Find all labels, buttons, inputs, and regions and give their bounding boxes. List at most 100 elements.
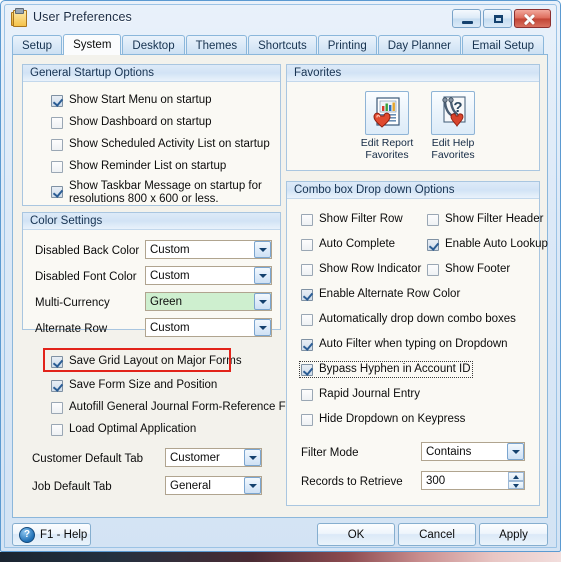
window-title: User Preferences bbox=[33, 10, 132, 24]
user-preferences-window: User Preferences Setup System Desktop Th… bbox=[0, 0, 561, 552]
maximize-button[interactable] bbox=[483, 9, 512, 28]
color-settings-group: Color Settings Disabled Back Color Custo… bbox=[22, 212, 281, 337]
checkbox-indicator[interactable] bbox=[301, 314, 313, 326]
checkbox-label: Autofill General Journal Form-Reference … bbox=[69, 401, 304, 413]
combo-dropdown-options-group: Combo box Drop down Options Show Filter … bbox=[286, 181, 548, 506]
checkbox-indicator[interactable] bbox=[301, 239, 313, 251]
label-alternate-row: Alternate Row bbox=[35, 323, 108, 335]
checkbox-save-form-size-position[interactable]: Save Form Size and Position bbox=[51, 379, 217, 392]
report-favorites-icon bbox=[373, 97, 400, 128]
checkbox-show-scheduled-activity-list[interactable]: Show Scheduled Activity List on startup bbox=[51, 138, 270, 151]
checkbox-indicator[interactable] bbox=[427, 264, 439, 276]
ok-button[interactable]: OK bbox=[317, 523, 395, 546]
tab-shortcuts[interactable]: Shortcuts bbox=[248, 35, 317, 55]
tab-themes[interactable]: Themes bbox=[185, 35, 248, 55]
color-settings-title: Color Settings bbox=[23, 213, 280, 230]
combo-filter-mode[interactable]: Contains bbox=[421, 442, 525, 461]
tab-desktop[interactable]: Desktop bbox=[122, 35, 185, 55]
label-multi-currency: Multi-Currency bbox=[35, 297, 110, 309]
edit-report-favorites-button[interactable] bbox=[365, 91, 409, 135]
checkbox-auto-complete[interactable]: Auto Complete bbox=[301, 238, 395, 251]
checkbox-load-optimal-application[interactable]: Load Optimal Application bbox=[51, 423, 196, 436]
chevron-down-icon[interactable] bbox=[254, 267, 271, 284]
checkbox-label: Show Taskbar Message on startup for reso… bbox=[69, 180, 262, 205]
chevron-down-icon[interactable] bbox=[254, 241, 271, 258]
checkbox-indicator[interactable] bbox=[51, 161, 63, 173]
checkbox-show-footer[interactable]: Show Footer bbox=[427, 263, 510, 276]
checkbox-indicator[interactable] bbox=[301, 364, 313, 376]
checkbox-indicator[interactable] bbox=[301, 339, 313, 351]
checkbox-indicator[interactable] bbox=[301, 389, 313, 401]
combo-value: Custom bbox=[150, 243, 190, 256]
checkbox-auto-filter-when-typing[interactable]: Auto Filter when typing on Dropdown bbox=[301, 338, 508, 351]
label-records-to-retrieve: Records to Retrieve bbox=[301, 476, 403, 488]
combo-alternate-row[interactable]: Custom bbox=[145, 318, 272, 337]
combo-value: Customer bbox=[170, 451, 220, 464]
edit-help-favorites-button[interactable]: ? bbox=[431, 91, 475, 135]
f1-help-button[interactable]: ? F1 - Help bbox=[12, 523, 91, 546]
checkbox-hide-dropdown-on-keypress[interactable]: Hide Dropdown on Keypress bbox=[301, 413, 465, 426]
cancel-button[interactable]: Cancel bbox=[398, 523, 476, 546]
checkbox-label: Auto Filter when typing on Dropdown bbox=[319, 338, 508, 350]
combo-customer-default-tab[interactable]: Customer bbox=[165, 448, 262, 467]
checkbox-save-grid-layout[interactable]: Save Grid Layout on Major Forms bbox=[51, 355, 242, 368]
combo-value: Green bbox=[150, 295, 182, 308]
chevron-down-icon[interactable] bbox=[244, 477, 261, 494]
checkbox-indicator[interactable] bbox=[51, 139, 63, 151]
spinner-down-icon[interactable] bbox=[508, 480, 524, 489]
chevron-down-icon[interactable] bbox=[254, 293, 271, 310]
checkbox-indicator[interactable] bbox=[51, 402, 63, 414]
checkbox-automatically-drop-down-combo-boxes[interactable]: Automatically drop down combo boxes bbox=[301, 313, 516, 326]
checkbox-show-taskbar-message[interactable]: Show Taskbar Message on startup for reso… bbox=[51, 180, 274, 206]
combo-job-default-tab[interactable]: General bbox=[165, 476, 262, 495]
checkbox-show-row-indicator[interactable]: Show Row Indicator bbox=[301, 263, 421, 276]
checkbox-show-filter-header[interactable]: Show Filter Header bbox=[427, 213, 543, 226]
checkbox-show-filter-row[interactable]: Show Filter Row bbox=[301, 213, 403, 226]
apply-button[interactable]: Apply bbox=[479, 523, 548, 546]
checkbox-indicator[interactable] bbox=[51, 356, 63, 368]
combo-value: Contains bbox=[426, 445, 472, 458]
close-button[interactable] bbox=[514, 9, 551, 28]
caption-line-1: Edit Help bbox=[431, 137, 475, 149]
tab-setup[interactable]: Setup bbox=[12, 35, 63, 55]
chevron-down-icon[interactable] bbox=[254, 319, 271, 336]
checkbox-indicator[interactable] bbox=[301, 414, 313, 426]
checkbox-indicator[interactable] bbox=[51, 424, 63, 436]
checkbox-indicator[interactable] bbox=[301, 289, 313, 301]
chevron-down-icon[interactable] bbox=[507, 443, 524, 460]
checkbox-autofill-general-journal[interactable]: Autofill General Journal Form-Reference … bbox=[51, 401, 304, 414]
checkbox-enable-alternate-row-color[interactable]: Enable Alternate Row Color bbox=[301, 288, 460, 301]
checkbox-indicator[interactable] bbox=[427, 214, 439, 226]
spinner-records-to-retrieve[interactable]: 300 bbox=[421, 471, 525, 490]
checkbox-enable-auto-lookup[interactable]: Enable Auto Lookup bbox=[427, 238, 548, 251]
label-disabled-back-color: Disabled Back Color bbox=[35, 245, 140, 257]
checkbox-indicator[interactable] bbox=[51, 95, 63, 107]
checkbox-show-reminder-list[interactable]: Show Reminder List on startup bbox=[51, 160, 226, 173]
checkbox-indicator[interactable] bbox=[51, 380, 63, 392]
checkbox-indicator[interactable] bbox=[301, 264, 313, 276]
checkbox-show-start-menu[interactable]: Show Start Menu on startup bbox=[51, 94, 212, 107]
checkbox-label: Rapid Journal Entry bbox=[319, 388, 420, 400]
title-bar[interactable]: User Preferences bbox=[5, 5, 556, 29]
checkbox-indicator[interactable] bbox=[51, 117, 63, 129]
tab-printing[interactable]: Printing bbox=[317, 35, 377, 55]
checkbox-show-dashboard[interactable]: Show Dashboard on startup bbox=[51, 116, 212, 129]
tab-email-setup[interactable]: Email Setup bbox=[462, 35, 545, 55]
combo-disabled-font-color[interactable]: Custom bbox=[145, 266, 272, 285]
checkbox-indicator[interactable] bbox=[301, 214, 313, 226]
caption-buttons bbox=[452, 9, 551, 28]
combo-disabled-back-color[interactable]: Custom bbox=[145, 240, 272, 259]
question-mark-icon: ? bbox=[19, 526, 35, 543]
checkbox-indicator[interactable] bbox=[51, 186, 63, 198]
checkbox-rapid-journal-entry[interactable]: Rapid Journal Entry bbox=[301, 388, 420, 401]
minimize-button[interactable] bbox=[452, 9, 481, 28]
spinner-up-icon[interactable] bbox=[508, 472, 524, 481]
checkbox-indicator[interactable] bbox=[427, 239, 439, 251]
checkbox-bypass-hyphen-in-account-id[interactable]: Bypass Hyphen in Account ID bbox=[299, 361, 473, 378]
combo-multi-currency[interactable]: Green bbox=[145, 292, 272, 311]
tab-day-planner[interactable]: Day Planner bbox=[377, 35, 462, 55]
clipboard-icon bbox=[10, 7, 27, 27]
combo-value: Custom bbox=[150, 321, 190, 334]
tab-system[interactable]: System bbox=[63, 34, 122, 55]
chevron-down-icon[interactable] bbox=[244, 449, 261, 466]
